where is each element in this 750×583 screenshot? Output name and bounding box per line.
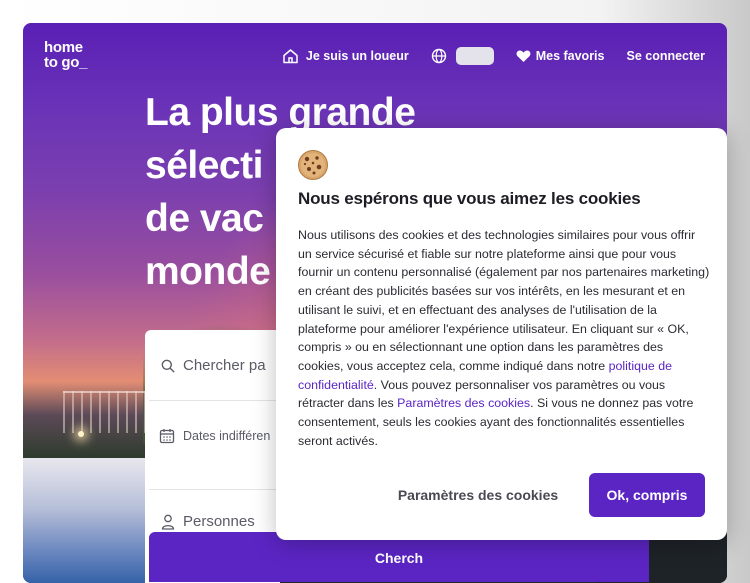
favorites-link[interactable]: Mes favoris (516, 49, 605, 63)
language-selector[interactable] (431, 47, 494, 65)
dates-input[interactable]: Dates indifféren (159, 428, 270, 444)
host-link-label: Je suis un loueur (305, 49, 409, 63)
hometogo-logo[interactable]: home to go_ (44, 39, 88, 71)
background-pool (23, 458, 163, 583)
heart-icon (516, 50, 531, 62)
host-link[interactable]: Je suis un loueur (282, 48, 409, 64)
language-pill[interactable] (455, 47, 494, 65)
favorites-label: Mes favoris (535, 49, 605, 63)
cookie-dialog-title: Nous espérons que vous aimez les cookies (298, 189, 641, 208)
login-link[interactable]: Se connecter (626, 49, 705, 63)
background-railing (63, 391, 153, 433)
guests-input[interactable]: Personnes (161, 513, 255, 530)
destination-input[interactable]: Chercher pa (161, 357, 266, 374)
person-icon (161, 514, 175, 530)
search-button-label: Cherch (374, 550, 424, 566)
logo-line1: home (44, 39, 83, 56)
background-lamp (78, 431, 84, 437)
search-divider (149, 400, 280, 401)
logo-line2: to go_ (44, 54, 88, 71)
cookie-settings-link[interactable]: Paramètres des cookies (397, 396, 530, 410)
cookie-consent-dialog: Nous espérons que vous aimez les cookies… (276, 128, 727, 540)
calendar-icon (159, 429, 175, 444)
dates-placeholder: Dates indifféren (183, 429, 271, 443)
login-label: Se connecter (626, 49, 705, 63)
search-icon (161, 359, 175, 373)
destination-placeholder: Chercher pa (183, 357, 266, 374)
guests-placeholder: Personnes (183, 513, 255, 530)
cookie-settings-button[interactable]: Paramètres des cookies (386, 473, 570, 517)
house-icon (283, 49, 298, 64)
top-nav: Je suis un loueur Mes favoris Se connect… (260, 47, 705, 65)
accept-cookies-button[interactable]: Ok, compris (589, 473, 705, 517)
cookie-dialog-body: Nous utilisons des cookies et des techno… (298, 226, 710, 450)
globe-icon (431, 48, 446, 64)
cookie-icon (298, 150, 328, 180)
search-divider (149, 489, 280, 490)
cookie-body-text: Nous utilisons des cookies et des techno… (298, 228, 710, 373)
